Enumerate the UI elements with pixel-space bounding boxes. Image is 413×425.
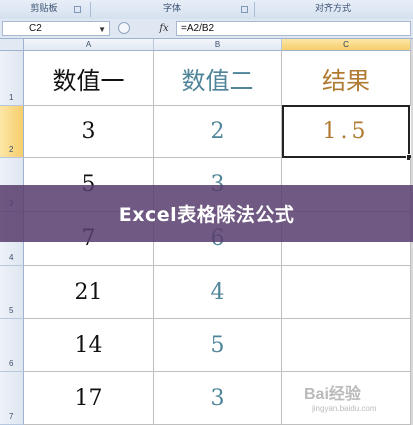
font-group-label: 字体 <box>162 4 181 14</box>
ribbon-group-alignment: 对齐方式 <box>258 0 408 19</box>
cell-a6[interactable]: 14 <box>24 319 154 372</box>
row-header-5[interactable]: 5 <box>0 266 24 319</box>
ribbon-group-font: 字体 <box>92 0 252 19</box>
title-overlay-banner: Excel表格除法公式 <box>0 185 413 242</box>
ribbon-group-clipboard: 剪贴板 <box>0 0 88 19</box>
row-number: 7 <box>9 412 14 421</box>
cell-c5[interactable] <box>282 266 411 319</box>
cell-a7[interactable]: 17 <box>24 372 154 425</box>
row-number: 5 <box>9 306 14 315</box>
row-header-2[interactable]: 2 <box>0 106 24 158</box>
cell-b7[interactable]: 3 <box>154 372 282 425</box>
font-dialog-launcher-icon[interactable] <box>241 6 248 13</box>
row-header-1[interactable]: 1 <box>0 51 24 106</box>
row-number: 6 <box>9 359 14 368</box>
row-header-6[interactable]: 6 <box>0 319 24 372</box>
cell-b6[interactable]: 5 <box>154 319 282 372</box>
name-box-value: C2 <box>29 23 42 34</box>
cell-b1[interactable]: 数值二 <box>154 51 282 106</box>
column-header-c[interactable]: C <box>282 39 411 51</box>
name-box[interactable]: C2 ▼ <box>2 21 110 36</box>
row-number: 4 <box>9 253 14 262</box>
baidu-jingyan-watermark: Bai经验 jingyan.baidu.com <box>298 377 410 421</box>
cell-a1[interactable]: 数值一 <box>24 51 154 106</box>
cell-c1[interactable]: 结果 <box>282 51 411 106</box>
watermark-url: jingyan.baidu.com <box>312 404 377 413</box>
cell-b5[interactable]: 4 <box>154 266 282 319</box>
clipboard-group-label: 剪贴板 <box>30 4 58 14</box>
overlay-title: Excel表格除法公式 <box>118 204 295 226</box>
select-all-corner[interactable] <box>0 39 24 51</box>
formula-bar-toggle-icon[interactable] <box>118 22 130 34</box>
formula-input[interactable]: =A2/B2 <box>176 21 411 36</box>
watermark-logo-text: Bai经验 <box>304 386 361 403</box>
cell-c2-selected[interactable]: 1.5 <box>282 105 410 158</box>
insert-function-button[interactable]: fx <box>155 21 173 36</box>
alignment-group-label: 对齐方式 <box>314 4 351 14</box>
cell-a2[interactable]: 3 <box>24 106 154 158</box>
cell-b2[interactable]: 2 <box>154 106 282 158</box>
clipboard-dialog-launcher-icon[interactable] <box>74 6 81 13</box>
name-box-dropdown-icon[interactable]: ▼ <box>98 23 106 36</box>
column-header-b[interactable]: B <box>154 39 282 51</box>
column-header-a[interactable]: A <box>24 39 154 51</box>
formula-bar: C2 ▼ fx =A2/B2 <box>0 19 413 39</box>
cell-a5[interactable]: 21 <box>24 266 154 319</box>
ribbon-group-labels: 剪贴板 字体 对齐方式 <box>0 0 413 20</box>
cell-c6[interactable] <box>282 319 411 372</box>
row-number: 1 <box>9 93 14 102</box>
row-header-7[interactable]: 7 <box>0 372 24 425</box>
row-number: 2 <box>9 145 14 154</box>
